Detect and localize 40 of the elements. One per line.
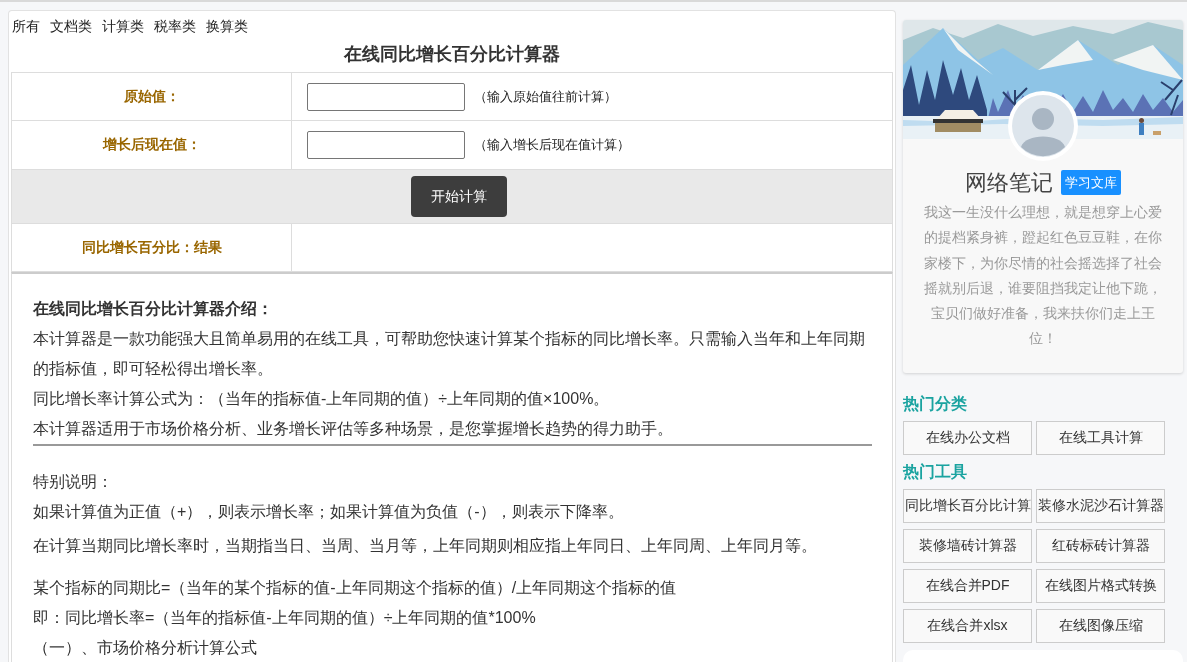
link-button[interactable]: 在线办公文档 bbox=[903, 420, 1032, 455]
input-field[interactable] bbox=[307, 131, 465, 159]
field-label: 原始值： bbox=[123, 87, 180, 106]
intro-heading: 在线同比增长百分比计算器介绍： bbox=[33, 299, 274, 319]
profile-badge: 学习文库 bbox=[1061, 170, 1121, 195]
page-title: 在线同比增长百分比计算器 bbox=[344, 44, 560, 64]
link-button[interactable]: 在线合并xlsx bbox=[903, 608, 1032, 643]
section-heading: 热门工具 bbox=[903, 461, 968, 482]
link-button[interactable]: 在线图像压缩 bbox=[1036, 608, 1165, 643]
input-hint: （输入原始值往前计算） bbox=[474, 87, 617, 106]
link-button[interactable]: 在线合并PDF bbox=[903, 568, 1032, 603]
formula-line: （一）、市场价格分析计算公式 bbox=[33, 638, 258, 658]
input-field[interactable] bbox=[307, 82, 465, 111]
formula-line: 即：同比增长率=（当年的指标值-上年同期的值）÷上年同期的值*100% bbox=[33, 608, 537, 628]
calculate-button[interactable]: 开始计算 bbox=[411, 176, 507, 217]
intro-paragraph: 本计算器适用于市场价格分析、业务增长评估等多种场景，是您掌握增长趋势的得力助手。 bbox=[33, 419, 674, 439]
notes-line: 如果计算值为正值（+），则表示增长率；如果计算值为负值（-），则表示下降率。 bbox=[33, 502, 625, 522]
nav-link[interactable]: 税率类 bbox=[154, 18, 196, 34]
link-button[interactable]: 在线工具计算 bbox=[1036, 420, 1165, 455]
result-label: 同比增长百分比：结果 bbox=[81, 238, 222, 257]
link-button[interactable]: 装修墙砖计算器 bbox=[903, 528, 1032, 563]
link-button[interactable]: 装修水泥沙石计算器 bbox=[1036, 488, 1165, 523]
nav-link[interactable]: 文档类 bbox=[50, 18, 92, 34]
link-button[interactable]: 在线图片格式转换 bbox=[1036, 568, 1165, 603]
link-button[interactable]: 红砖标砖计算器 bbox=[1036, 528, 1165, 563]
nav-link[interactable]: 所有 bbox=[12, 18, 40, 34]
intro-paragraph: 本计算器是一款功能强大且简单易用的在线工具，可帮助您快速计算某个指标的同比增长率。只需输入当年和上年同期的指标值，即可轻松得出增长率。 bbox=[33, 329, 866, 379]
avatar bbox=[1008, 91, 1078, 161]
field-label: 增长后现在值： bbox=[102, 136, 201, 154]
profile-bio: 我这一生没什么理想，就是想穿上心爱的提档紧身裤，蹬起红色豆豆鞋，在你家楼下，为你尽情的社会摇选择了社会摇就别后退，谁要阻挡我定让他下跪，宝贝们做好准备，我来扶你们走上王位！ bbox=[923, 203, 1163, 349]
link-button[interactable]: 同比增长百分比计算 bbox=[903, 488, 1032, 523]
nav-link[interactable]: 计算类 bbox=[102, 18, 144, 34]
nav-link[interactable]: 换算类 bbox=[206, 18, 248, 34]
input-hint: （输入增长后现在值计算） bbox=[474, 136, 630, 154]
intro-paragraph: 同比增长率计算公式为：（当年的指标值-上年同期的值）÷上年同期的值×100%。 bbox=[33, 389, 611, 409]
notes-line: 在计算当期同比增长率时，当期指当日、当周、当月等，上年同期则相应指上年同日、上年同周、上年同月等。 bbox=[33, 536, 818, 556]
profile-name: 网络笔记 bbox=[965, 170, 1053, 195]
formula-line: 某个指标的同期比=（当年的某个指标的值-上年同期这个指标的值）/上年同期这个指标的值 bbox=[33, 578, 678, 598]
section-heading: 热门分类 bbox=[903, 393, 968, 414]
notes-heading: 特别说明： bbox=[33, 472, 114, 492]
